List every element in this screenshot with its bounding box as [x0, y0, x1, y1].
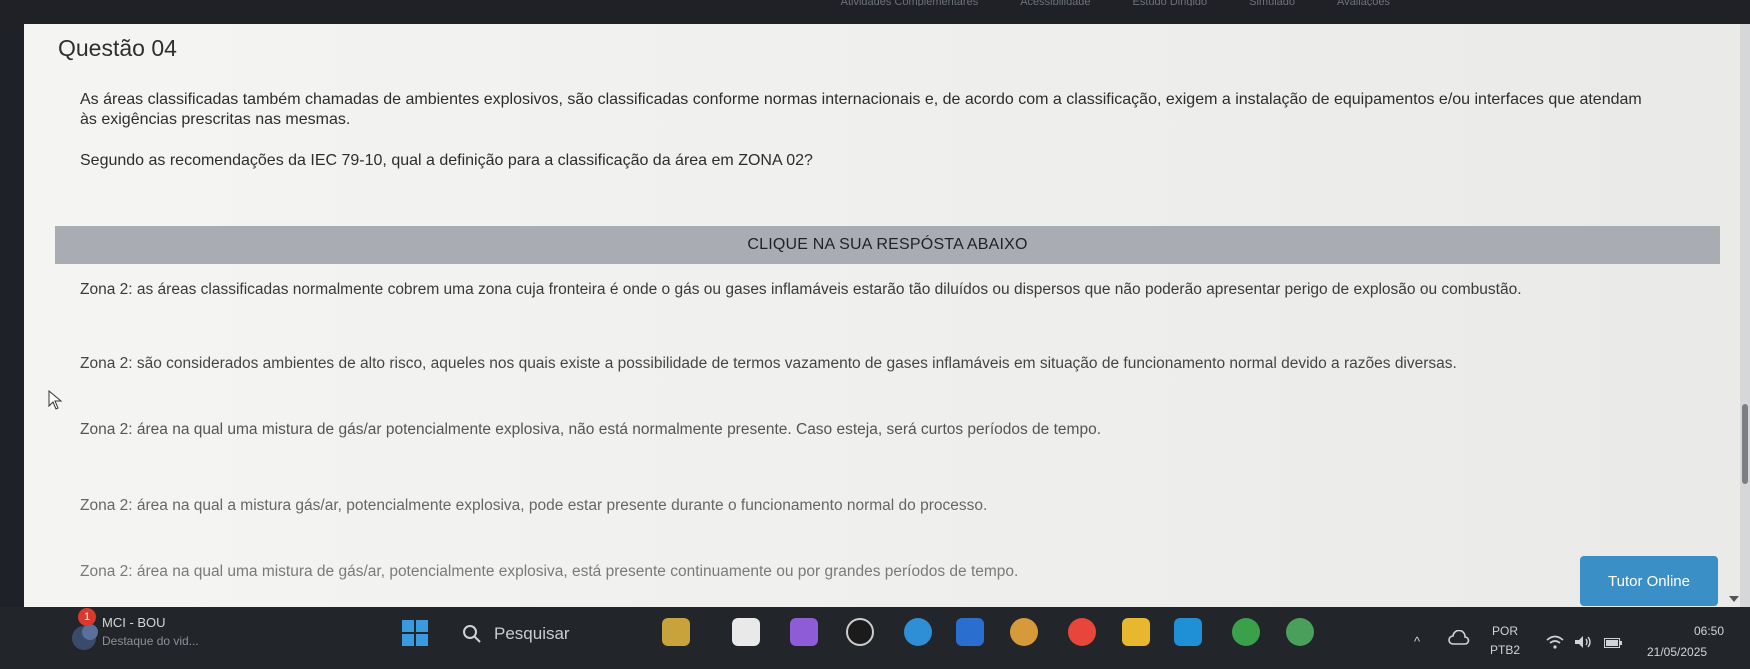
taskbar-app-folder-icon[interactable]: [1122, 618, 1150, 646]
cloud-sync-icon[interactable]: [1448, 630, 1470, 648]
battery-icon[interactable]: [1604, 638, 1622, 648]
page-scrollbar[interactable]: [1740, 24, 1750, 609]
search-icon[interactable]: [462, 624, 482, 644]
volume-icon[interactable]: [1573, 634, 1593, 650]
taskbar-app-whatsapp-icon[interactable]: [1286, 618, 1314, 646]
answer-option-3[interactable]: Zona 2: área na qual uma mistura de gás/…: [80, 421, 1101, 439]
taskbar-app-store-icon[interactable]: [956, 618, 984, 646]
answer-instruction-band: CLIQUE NA SUA RESPÓSTA ABAIXO: [55, 226, 1720, 264]
taskbar-app-plant-icon[interactable]: [662, 618, 690, 646]
tutor-online-button[interactable]: Tutor Online: [1580, 556, 1718, 606]
notification-badge: 1: [78, 608, 96, 626]
windows-start-icon[interactable]: [402, 620, 428, 646]
language-indicator[interactable]: POR: [1492, 624, 1518, 638]
top-nav: Atividades Complementares Acessibilidade…: [0, 0, 1750, 6]
taskbar-app-dell-icon[interactable]: [846, 618, 874, 646]
taskbar-app-edge-icon[interactable]: [904, 618, 932, 646]
taskbar-clock-date[interactable]: 21/05/2025: [1647, 645, 1707, 659]
scroll-down-icon[interactable]: [1729, 596, 1739, 602]
taskbar-clock-time[interactable]: 06:50: [1694, 624, 1724, 638]
keyboard-layout-indicator[interactable]: PTB2: [1490, 643, 1520, 657]
nav-acessibilidade[interactable]: Acessibilidade: [1020, 0, 1090, 6]
tray-overflow-chevron-icon[interactable]: ^: [1414, 634, 1420, 649]
scrollbar-thumb[interactable]: [1742, 404, 1748, 484]
answer-option-1[interactable]: Zona 2: as áreas classificadas normalmen…: [80, 281, 1522, 299]
nav-estudo-dirigido[interactable]: Estudo Dirigido: [1133, 0, 1208, 6]
nav-simulado[interactable]: Simulado: [1249, 0, 1295, 6]
wifi-icon[interactable]: [1545, 634, 1565, 650]
windows-taskbar: [0, 607, 1750, 669]
taskbar-search[interactable]: Pesquisar: [494, 624, 570, 644]
taskbar-app-game-icon[interactable]: [1010, 618, 1038, 646]
taskbar-app-opera-icon[interactable]: [1068, 618, 1096, 646]
nav-atividades[interactable]: Atividades Complementares: [841, 0, 979, 6]
mouse-pointer-icon: [48, 390, 63, 410]
answer-option-5[interactable]: Zona 2: área na qual uma mistura de gás/…: [80, 563, 1018, 581]
answer-instruction-label: CLIQUE NA SUA RESPÓSTA ABAIXO: [747, 236, 1028, 253]
nav-avaliacoes[interactable]: Avaliações: [1337, 0, 1390, 6]
answer-option-2[interactable]: Zona 2: são considerados ambientes de al…: [80, 355, 1457, 373]
question-title: Questão 04: [58, 35, 177, 61]
answer-option-4[interactable]: Zona 2: área na qual a mistura gás/ar, p…: [80, 497, 987, 515]
question-statement: As áreas classificadas também chamadas d…: [80, 91, 1642, 128]
news-widget-title[interactable]: MCI - BOU: [102, 615, 166, 630]
taskbar-app-outlook-icon[interactable]: [1174, 618, 1202, 646]
taskbar-app-document-icon[interactable]: [732, 618, 760, 646]
question-prompt: Segundo as recomendações da IEC 79-10, q…: [80, 152, 813, 169]
taskbar-app-chrome-icon[interactable]: [1232, 618, 1260, 646]
news-widget-subtitle[interactable]: Destaque do vid...: [102, 634, 199, 648]
taskbar-app-copilot-icon[interactable]: [790, 618, 818, 646]
